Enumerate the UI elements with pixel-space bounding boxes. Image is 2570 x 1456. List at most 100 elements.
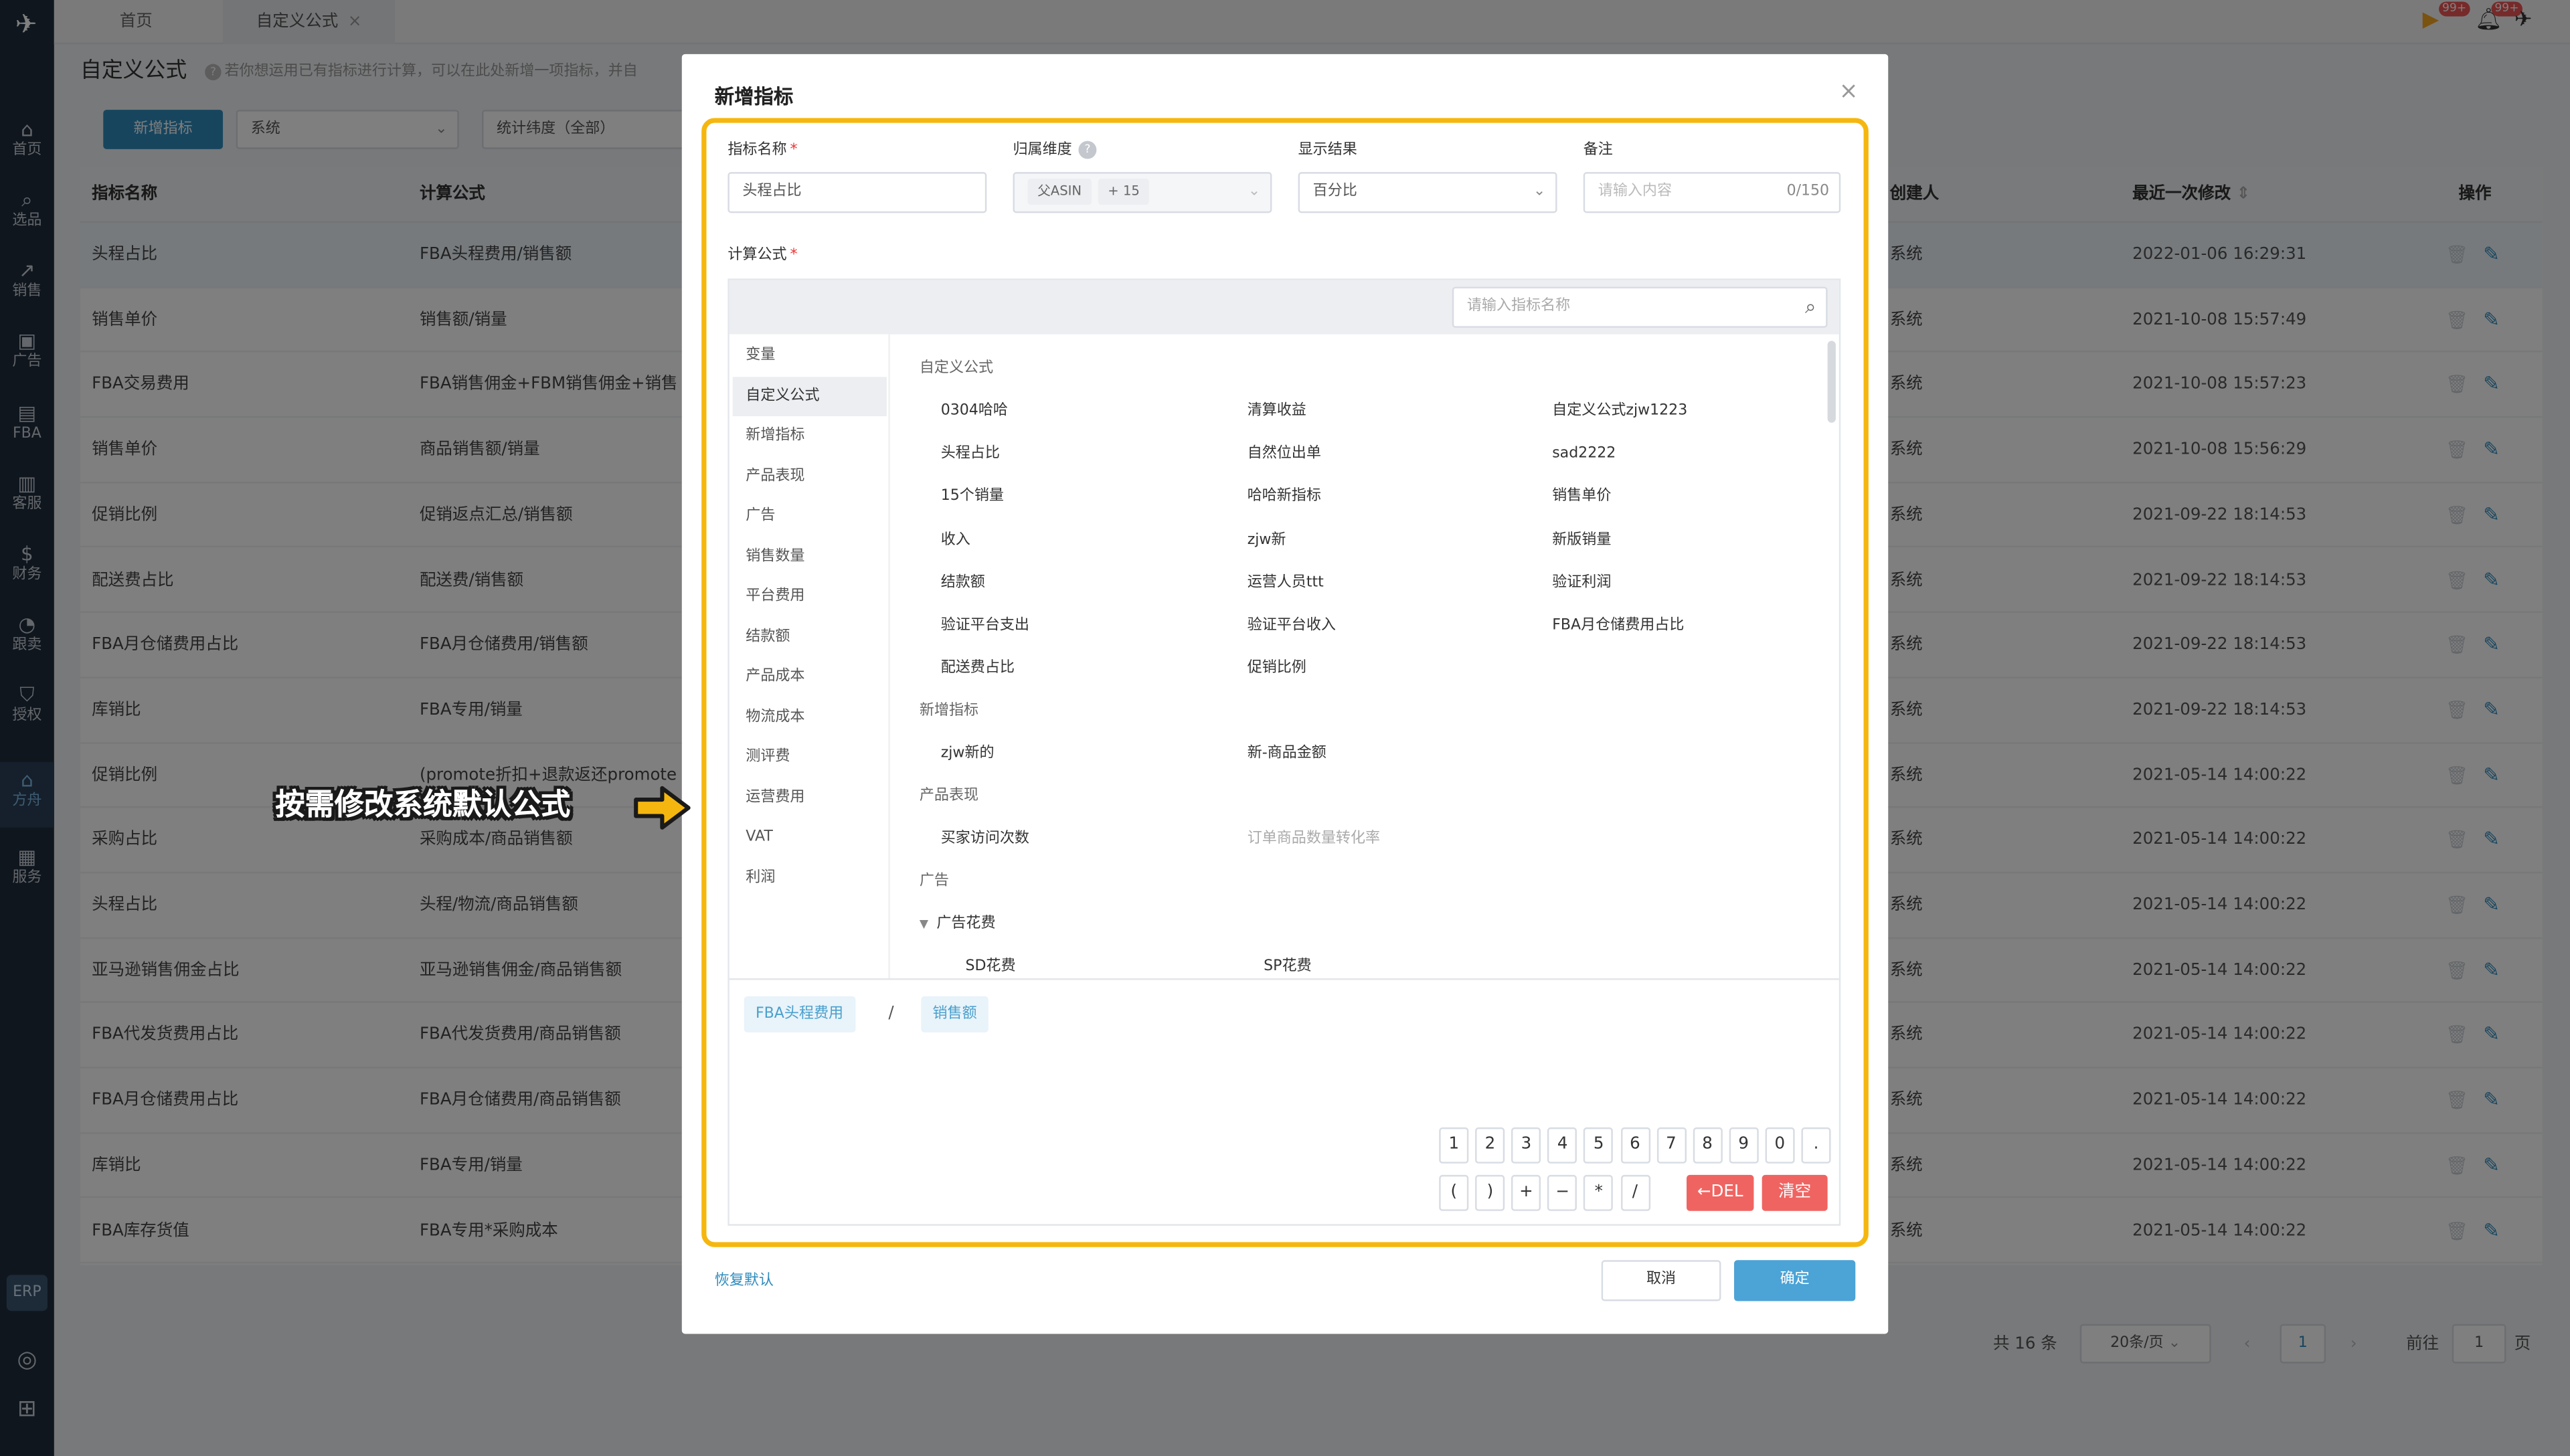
dialog-title: 新增指标 [714,85,794,108]
remark-input[interactable]: 请输入内容 0/150 [1583,172,1841,213]
group-sub-label: 广告花费 [936,915,996,933]
required-mark: * [790,143,798,159]
add-metric-dialog: 新增指标 × 指标名称 * 头程占比 归属维度? 父ASIN + 15 ⌄ 显示结果… [681,54,1889,1334]
metric-item[interactable]: 验证平台收入 [1248,614,1336,637]
remark-label: 备注 [1583,143,1613,159]
keypad-key[interactable]: 7 [1656,1127,1687,1164]
metric-item[interactable]: 新-商品金额 [1248,742,1326,765]
chevron-down-icon: ⌄ [1533,183,1546,200]
result-select-value: 百分比 [1312,183,1357,200]
keypad-key[interactable]: 2 [1475,1127,1505,1164]
category-item[interactable]: 物流成本 [733,697,887,737]
keypad-key[interactable]: 8 [1693,1127,1723,1164]
expression-chip[interactable]: 销售额 [921,996,989,1032]
category-item[interactable]: 销售数量 [733,537,887,576]
metric-item[interactable]: SP花费 [1264,955,1311,978]
metric-item[interactable]: sad2222 [1552,443,1616,466]
metric-item[interactable]: 结款额 [941,571,985,594]
metric-name-input[interactable]: 头程占比 [727,172,987,213]
keypad-key[interactable]: ( [1439,1174,1469,1211]
annotation-callout: 按需修改系统默认公式 [275,788,571,823]
metric-item[interactable]: SD花费 [965,955,1015,978]
keypad-key[interactable]: * [1583,1174,1614,1211]
close-icon[interactable]: × [1839,79,1859,105]
metric-item[interactable]: 15个销量 [941,486,1004,509]
expression-operator[interactable]: / [888,996,893,1032]
cancel-button[interactable]: 取消 [1601,1260,1721,1301]
name-label: 指标名称 * [727,139,797,162]
keypad-key[interactable]: . [1801,1127,1831,1164]
keypad-key[interactable]: 1 [1439,1127,1469,1164]
dimension-more-tag: + 15 [1098,178,1150,205]
metric-item[interactable]: 收入 [941,529,970,551]
group-title-product: 产品表现 [919,788,979,805]
formula-expression[interactable]: FBA头程费用 / 销售额 1 2 3 4 5 6 7 8 9 0.() + − * / ←DEL 清空 [729,978,1839,1224]
metric-item[interactable]: 清算收益 [1248,400,1306,423]
keypad-key[interactable]: / [1620,1174,1650,1211]
metric-item[interactable]: 自定义公式zjw1223 [1552,400,1687,423]
category-item[interactable]: 变量 [733,336,887,375]
keypad-delete-button[interactable]: ←DEL [1687,1174,1754,1211]
metric-item[interactable]: zjw新的 [941,742,995,765]
keypad-key[interactable]: 3 [1511,1127,1541,1164]
keypad-key[interactable]: 6 [1620,1127,1650,1164]
metric-item[interactable]: 头程占比 [941,443,1000,466]
category-item[interactable]: 自定义公式 [732,376,887,416]
metric-item[interactable]: 促销比例 [1248,658,1306,680]
chevron-down-icon: ⌄ [1248,183,1261,200]
group-title-custom: 自定义公式 [919,360,994,377]
metric-item[interactable]: 新版销量 [1552,529,1611,551]
help-icon[interactable]: ? [1078,141,1097,159]
keypad-key[interactable]: 0 [1765,1127,1795,1164]
category-item[interactable]: 测评费 [733,737,887,777]
metric-list-scrollbar[interactable] [1827,341,1836,423]
remark-placeholder: 请输入内容 [1598,183,1673,200]
keypad-key[interactable]: 9 [1729,1127,1759,1164]
category-item[interactable]: 平台费用 [733,577,887,616]
metric-item[interactable]: FBA月仓储费用占比 [1552,614,1684,637]
formula-label-text: 计算公式 [727,247,787,264]
keypad-clear-button[interactable]: 清空 [1762,1174,1828,1211]
dimension-label-text: 归属维度 [1013,143,1072,159]
annotation-arrow-icon [634,786,691,830]
expression-chip[interactable]: FBA头程费用 [744,996,855,1032]
dimension-multiselect[interactable]: 父ASIN + 15 ⌄ [1013,172,1272,213]
category-list: 变量 自定义公式 新增指标 产品表现 广告 销售数量 平台费用 结款额 产品成本 物流成本 测评费运… [729,334,890,979]
metric-item[interactable]: 验证平台支出 [941,614,1029,637]
metric-item[interactable]: 0304哈哈 [941,400,1008,423]
category-item[interactable]: 产品表现 [733,456,887,496]
category-item[interactable]: 运营费用 [733,778,887,817]
category-item[interactable]: 结款额 [733,617,887,656]
metric-item[interactable]: 哈哈新指标 [1248,486,1321,509]
keypad-key[interactable]: ) [1475,1174,1505,1211]
metric-item[interactable]: 验证利润 [1552,571,1611,594]
category-item[interactable]: 新增指标 [733,416,887,456]
metric-item[interactable]: 订单商品数量转化率 [1248,828,1380,850]
metric-item[interactable]: 自然位出单 [1248,443,1321,466]
name-label-text: 指标名称 [727,143,787,159]
keypad-key[interactable]: − [1547,1174,1577,1211]
restore-default-link[interactable]: 恢复默认 [715,1270,774,1293]
confirm-button[interactable]: 确定 [1734,1260,1856,1301]
metric-item[interactable]: 买家访问次数 [941,828,1029,850]
metric-item[interactable]: 运营人员ttt [1248,571,1324,594]
required-mark: * [790,247,798,264]
keypad-key[interactable]: + [1511,1174,1541,1211]
category-item[interactable]: 产品成本 [733,657,887,697]
caret-down-icon: ▼ [919,917,929,931]
group-title-new: 新增指标 [919,703,979,720]
category-item[interactable]: 广告 [733,496,887,536]
search-icon[interactable]: ⌕ [1805,288,1816,326]
keypad-key[interactable]: 4 [1547,1127,1577,1164]
metric-item[interactable]: 配送费占比 [941,658,1015,680]
formula-editor: 请输入指标名称 ⌕ 变量 自定义公式 新增指标 产品表现 广告 销售数量 平台费用 结款额 产品成… [727,278,1841,1226]
metric-item[interactable]: zjw新 [1248,529,1286,551]
metric-item[interactable]: 销售单价 [1552,486,1611,509]
category-item[interactable]: VAT [733,818,887,857]
group-sub-ads-spend[interactable]: ▼ 广告花费 [920,913,996,935]
metric-search-input[interactable]: 请输入指标名称 ⌕ [1452,286,1828,328]
category-item[interactable]: 利润 [733,858,887,897]
result-label: 显示结果 [1298,143,1357,159]
result-select[interactable]: 百分比 ⌄ [1298,172,1557,213]
keypad-key[interactable]: 5 [1583,1127,1614,1164]
